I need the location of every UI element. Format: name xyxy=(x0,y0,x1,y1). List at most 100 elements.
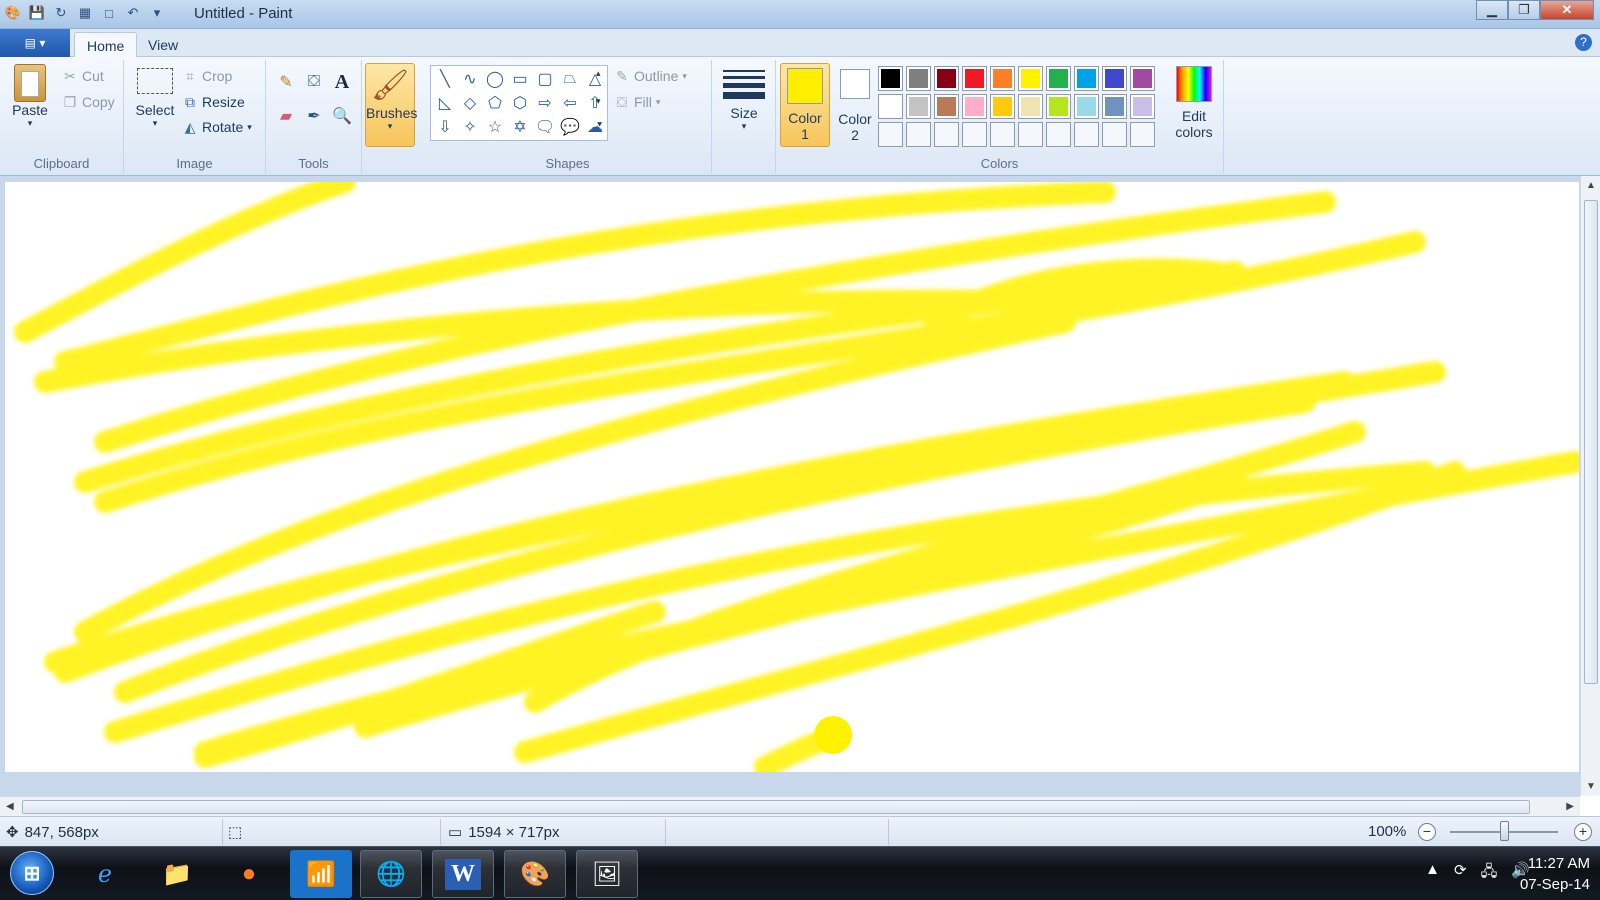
palette-swatch[interactable] xyxy=(934,94,959,119)
rect-callout-shape-icon[interactable]: 🗨 xyxy=(533,116,557,138)
custom-color-slot[interactable] xyxy=(934,122,959,147)
line-shape-icon[interactable]: ╲ xyxy=(433,68,457,90)
palette-swatch[interactable] xyxy=(1130,66,1155,91)
restore-button[interactable]: ❐ xyxy=(1508,0,1540,20)
palette-icon[interactable]: ▦ xyxy=(76,4,94,22)
edit-colors-button[interactable]: Edit colors xyxy=(1170,66,1218,140)
rotate-button[interactable]: ◭ Rotate ▾ xyxy=(182,119,252,135)
curve-shape-icon[interactable]: ∿ xyxy=(458,68,482,90)
right-triangle-shape-icon[interactable]: ◺ xyxy=(433,92,457,114)
fill-button[interactable]: ⛋ Fill ▾ xyxy=(614,94,661,110)
wifi-app-icon[interactable]: 📶 xyxy=(290,850,352,898)
six-point-star-shape-icon[interactable]: ✡ xyxy=(508,116,532,138)
show-hidden-icons-icon[interactable]: ▲ xyxy=(1425,861,1440,886)
cloud-callout-shape-icon[interactable]: ☁ xyxy=(583,116,607,138)
palette-swatch[interactable] xyxy=(1074,66,1099,91)
custom-color-slot[interactable] xyxy=(1130,122,1155,147)
new-icon[interactable]: □ xyxy=(100,4,118,22)
customize-icon[interactable]: ▾ xyxy=(148,4,166,22)
tab-view[interactable]: View xyxy=(136,32,190,57)
hexagon-shape-icon[interactable]: ⬡ xyxy=(508,92,532,114)
copy-button[interactable]: ❐ Copy xyxy=(62,94,115,110)
sync-icon[interactable]: ⟳ xyxy=(1454,861,1467,886)
color2-button[interactable]: Color 2 xyxy=(832,63,878,143)
down-arrow-shape-icon[interactable]: ⇩ xyxy=(433,116,457,138)
internet-explorer-icon[interactable]: e xyxy=(74,850,136,898)
shapes-scroll-down-icon[interactable]: ▾ xyxy=(596,96,601,107)
palette-swatch[interactable] xyxy=(990,94,1015,119)
rounded-rectangle-shape-icon[interactable]: ▢ xyxy=(533,68,557,90)
color1-button[interactable]: Color 1 xyxy=(780,63,830,147)
palette-swatch[interactable] xyxy=(962,94,987,119)
size-button[interactable]: Size ▾ xyxy=(720,66,768,132)
custom-color-slot[interactable] xyxy=(1102,122,1127,147)
custom-color-slot[interactable] xyxy=(1074,122,1099,147)
firefox-icon[interactable]: ● xyxy=(218,850,280,898)
start-button[interactable]: ⊞ xyxy=(10,851,54,895)
palette-swatch[interactable] xyxy=(1130,94,1155,119)
undo-icon[interactable]: ↶ xyxy=(124,4,142,22)
pencil-icon[interactable]: ✎ xyxy=(274,70,298,94)
palette-swatch[interactable] xyxy=(990,66,1015,91)
palette-swatch[interactable] xyxy=(962,66,987,91)
paste-button[interactable]: Paste ▾ xyxy=(8,64,52,129)
eraser-icon[interactable]: ▰ xyxy=(274,104,298,128)
scroll-up-icon[interactable]: ▲ xyxy=(1586,180,1596,191)
scroll-left-icon[interactable]: ◀ xyxy=(6,801,14,812)
palette-swatch[interactable] xyxy=(1102,66,1127,91)
redo-icon[interactable]: ↻ xyxy=(52,4,70,22)
left-arrow-shape-icon[interactable]: ⇦ xyxy=(558,92,582,114)
paint-app-icon[interactable]: 🎨 xyxy=(4,4,22,22)
drawing-canvas[interactable] xyxy=(5,182,1579,772)
download-manager-icon[interactable]: 🌐 xyxy=(360,850,422,898)
select-button[interactable]: Select ▾ xyxy=(132,68,178,129)
palette-swatch[interactable] xyxy=(1018,66,1043,91)
palette-swatch[interactable] xyxy=(1102,94,1127,119)
brushes-button[interactable]: 🖌 Brushes ▾ xyxy=(365,63,417,147)
help-icon[interactable]: ? xyxy=(1575,34,1592,51)
five-point-star-shape-icon[interactable]: ☆ xyxy=(483,116,507,138)
tab-home[interactable]: Home xyxy=(74,32,138,57)
custom-color-slot[interactable] xyxy=(1018,122,1043,147)
palette-swatch[interactable] xyxy=(878,94,903,119)
palette-swatch[interactable] xyxy=(1046,66,1071,91)
palette-swatch[interactable] xyxy=(906,66,931,91)
photo-viewer-icon[interactable]: 🖼 xyxy=(576,850,638,898)
crop-button[interactable]: ⌗ Crop xyxy=(182,68,232,84)
palette-swatch[interactable] xyxy=(878,66,903,91)
close-button[interactable]: ✕ xyxy=(1540,0,1594,20)
word-icon[interactable]: W xyxy=(432,850,494,898)
custom-color-slot[interactable] xyxy=(1046,122,1071,147)
scroll-down-icon[interactable]: ▼ xyxy=(1586,781,1596,792)
network-icon[interactable]: 🖧 xyxy=(1481,861,1498,886)
horizontal-scroll-thumb[interactable] xyxy=(22,800,1530,814)
right-arrow-shape-icon[interactable]: ⇨ xyxy=(533,92,557,114)
shapes-expand-icon[interactable]: ⯆ xyxy=(596,120,603,131)
shapes-scroll-up-icon[interactable]: ▴ xyxy=(596,68,601,79)
outline-button[interactable]: ✎ Outline ▾ xyxy=(614,68,687,84)
resize-button[interactable]: ⧉ Resize xyxy=(182,94,245,110)
file-explorer-icon[interactable]: 📁 xyxy=(146,850,208,898)
polygon-shape-icon[interactable]: ⏢ xyxy=(558,68,582,90)
diamond-shape-icon[interactable]: ◇ xyxy=(458,92,482,114)
palette-swatch[interactable] xyxy=(934,66,959,91)
minimize-button[interactable]: ▁ xyxy=(1476,0,1508,20)
paint-taskbar-icon[interactable]: 🎨 xyxy=(504,850,566,898)
save-icon[interactable]: 💾 xyxy=(28,4,46,22)
text-icon[interactable]: A xyxy=(330,70,354,94)
paint-menu-button[interactable]: ▤ ▾ xyxy=(0,29,70,57)
oval-callout-shape-icon[interactable]: 💬 xyxy=(558,116,582,138)
oval-shape-icon[interactable]: ◯ xyxy=(483,68,507,90)
custom-color-slot[interactable] xyxy=(878,122,903,147)
custom-color-slot[interactable] xyxy=(906,122,931,147)
triangle-shape-icon[interactable]: △ xyxy=(583,68,607,90)
rectangle-shape-icon[interactable]: ▭ xyxy=(508,68,532,90)
pentagon-shape-icon[interactable]: ⬠ xyxy=(483,92,507,114)
up-arrow-shape-icon[interactable]: ⇧ xyxy=(583,92,607,114)
four-point-star-shape-icon[interactable]: ✧ xyxy=(458,116,482,138)
clock[interactable]: 11:27 AM 07-Sep-14 xyxy=(1520,853,1590,895)
palette-swatch[interactable] xyxy=(1074,94,1099,119)
fill-bucket-icon[interactable]: ⛋ xyxy=(302,70,326,94)
palette-swatch[interactable] xyxy=(1018,94,1043,119)
palette-swatch[interactable] xyxy=(906,94,931,119)
